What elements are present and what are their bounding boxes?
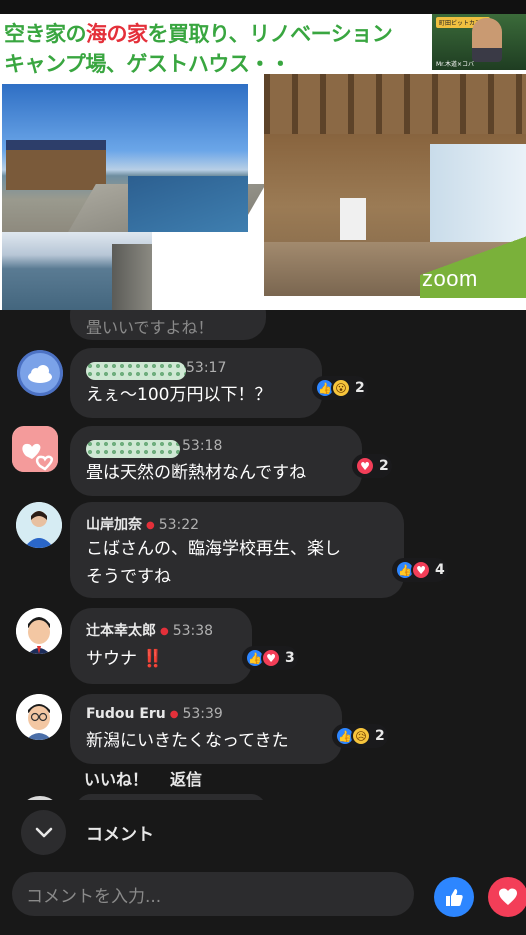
comment-input[interactable]: コメントを入力...	[12, 872, 414, 916]
comment-meta: 53:18	[182, 438, 223, 454]
reply-action[interactable]: 返信	[170, 770, 202, 789]
love-reaction-icon: ♥	[261, 648, 281, 668]
comment-meta: 53:17	[186, 360, 227, 376]
cloud-avatar-icon	[17, 350, 63, 396]
zoom-watermark: zoom	[422, 266, 478, 291]
speaker-camera-thumbnail: 町田ビットカフェ Mr.木道×コバ	[432, 14, 526, 70]
comment-text-partial: 畳いいですよね！	[86, 318, 214, 337]
video-player[interactable]: 空き家の海の家を買取り、リノベーション キャンプ場、ゲストハウス・・ 町田ビット…	[0, 0, 526, 310]
double-exclamation-icon: ‼️	[142, 649, 164, 669]
redacted-author-name	[86, 362, 186, 380]
comment-meta[interactable]: Fudou Eru ● 53:39	[86, 706, 223, 722]
reaction-count: 3	[285, 650, 295, 666]
comments-label: コメント	[86, 825, 154, 845]
comment-text: えぇ〜100万円以下！？	[86, 385, 272, 405]
avatar[interactable]	[17, 350, 63, 396]
love-reaction-icon: ♥	[355, 456, 375, 476]
comment-actions: いいね！ 返信	[84, 766, 224, 790]
care-reaction-icon: 😥	[351, 726, 371, 746]
comment-list[interactable]: 畳いいですよね！ 53:17 えぇ〜100万円以下！？ 👍 😮 2 53:18 畳は…	[0, 310, 526, 800]
comment-author[interactable]: Fudou Eru	[86, 706, 166, 722]
redacted-author-name	[86, 440, 180, 458]
comment-text: 新潟にいきたくなってきた	[86, 731, 289, 751]
like-button[interactable]	[434, 877, 474, 917]
avatar[interactable]	[16, 694, 62, 740]
avatar[interactable]	[16, 608, 62, 654]
wow-reaction-icon: 😮	[331, 378, 351, 398]
slide-title-line2: キャンプ場、ゲストハウス・・	[4, 52, 291, 76]
reaction-count: 2	[375, 728, 385, 744]
love-button[interactable]	[488, 877, 526, 917]
thumbs-up-icon	[446, 889, 463, 906]
reaction-summary[interactable]: 👍 😥 2	[332, 724, 388, 748]
reaction-count: 2	[379, 458, 389, 474]
hearts-avatar-icon	[12, 426, 58, 472]
comment-input-placeholder: コメントを入力...	[26, 887, 162, 907]
comment-text: こばさんの、臨海学校再生、楽し	[86, 539, 341, 559]
comment-meta[interactable]: 辻本幸太郎 ● 53:38	[86, 620, 213, 640]
reaction-count: 2	[355, 380, 365, 396]
comments-header: コメント	[0, 800, 526, 860]
comment-author[interactable]: 辻本幸太郎	[86, 623, 156, 639]
camera-name-label: Mr.木道×コバ	[436, 61, 475, 68]
slide-title-line1: 空き家の海の家を買取り、リノベーション	[4, 22, 393, 46]
sea-photo	[2, 232, 152, 310]
comment-author[interactable]: 山岸加奈	[86, 517, 142, 533]
like-action[interactable]: いいね！	[84, 770, 148, 789]
reaction-summary[interactable]: ♥ 2	[352, 454, 392, 478]
reaction-count: 4	[435, 562, 445, 578]
reaction-summary[interactable]: 👍 ♥ 3	[242, 646, 298, 670]
comment-text: サウナ ‼️	[86, 649, 164, 669]
comment-text: 畳は天然の断熱材なんですね	[86, 463, 307, 483]
heart-icon	[499, 888, 517, 905]
reaction-summary[interactable]: 👍 ♥ 4	[392, 558, 448, 582]
cartoon-man-avatar-icon	[16, 608, 62, 654]
person-avatar-icon	[16, 502, 62, 548]
comment-text-line2: そうですね	[86, 567, 171, 587]
chevron-down-icon	[35, 827, 52, 837]
avatar[interactable]	[12, 426, 58, 472]
avatar[interactable]	[16, 502, 62, 548]
beach-house-photo	[2, 84, 266, 232]
comment-meta[interactable]: 山岸加奈 ● 53:22	[86, 514, 199, 534]
cartoon-man-glasses-avatar-icon	[16, 694, 62, 740]
love-reaction-icon: ♥	[411, 560, 431, 580]
reaction-summary[interactable]: 👍 😮 2	[312, 376, 368, 400]
speaker-figure	[472, 18, 502, 62]
collapse-comments-button[interactable]	[21, 810, 66, 855]
